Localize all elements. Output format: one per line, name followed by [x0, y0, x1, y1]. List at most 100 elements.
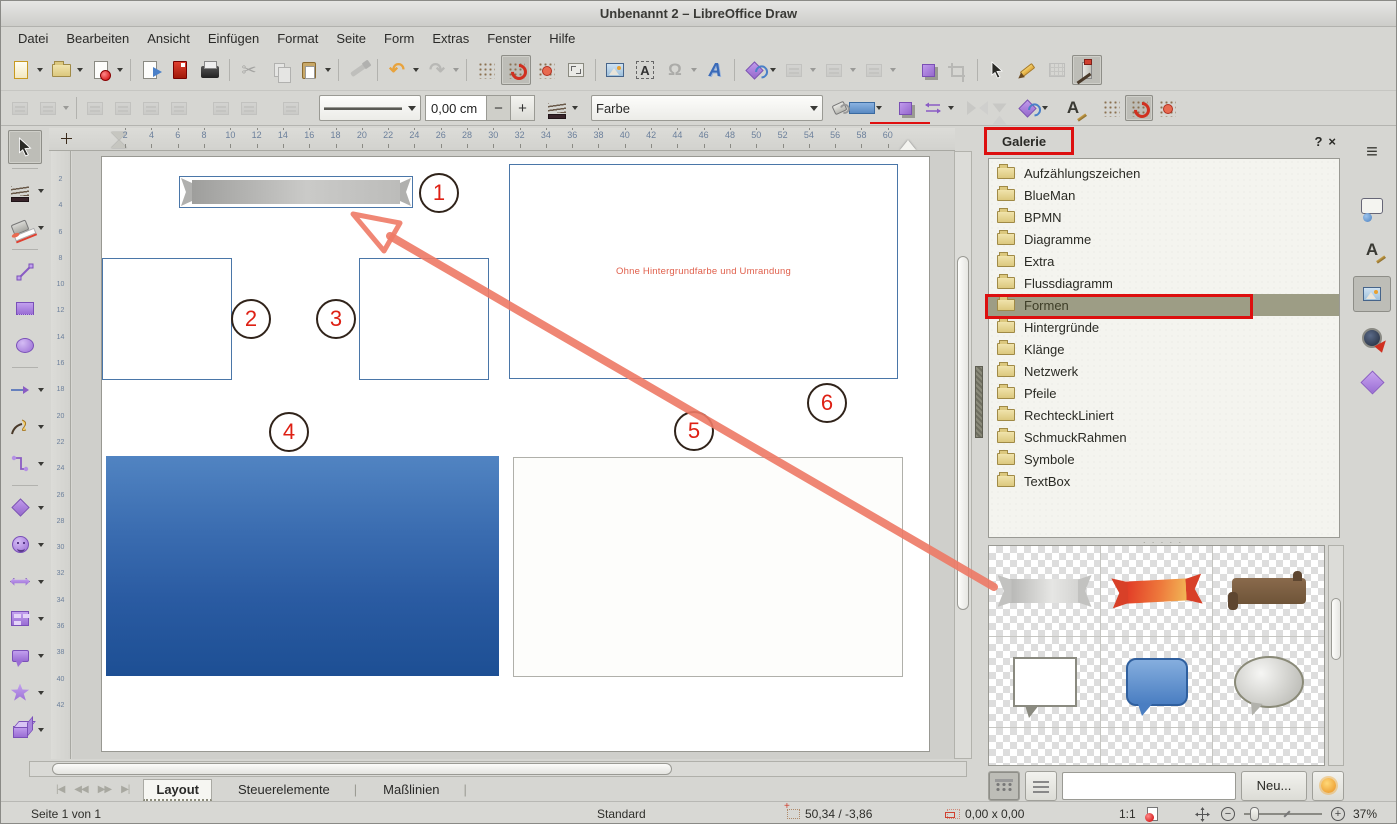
display-grid-button-2[interactable]: [1097, 95, 1125, 121]
line-width-field[interactable]: 0,00 cm: [425, 95, 487, 121]
gallery-folder-row[interactable]: Aufzählungszeichen: [989, 162, 1339, 184]
tab-steuerelemente[interactable]: Steuerelemente: [226, 780, 342, 799]
gallery-thumbnail[interactable]: [1101, 728, 1212, 766]
gallery-thumbnail[interactable]: [1213, 546, 1324, 636]
gallery-scrollbar[interactable]: [1328, 545, 1344, 766]
tab-gallery[interactable]: [1353, 276, 1391, 312]
paste-button[interactable]: [294, 55, 324, 85]
insert-text-box-button[interactable]: A: [630, 55, 660, 85]
gallery-thumbnail[interactable]: [989, 546, 1100, 636]
banner-shape-selection[interactable]: [179, 176, 413, 208]
connectors-caret[interactable]: [948, 106, 954, 110]
panel-help-icon[interactable]: ?: [1314, 134, 1322, 149]
save-dropdown-caret[interactable]: [117, 68, 123, 72]
gallery-settings-button[interactable]: [1312, 771, 1344, 801]
canvas-horizontal-scrollbar[interactable]: [29, 761, 967, 777]
panel-close-icon[interactable]: ×: [1328, 134, 1336, 149]
panel-splitter[interactable]: [972, 126, 986, 799]
rotate-3d-button[interactable]: [1013, 95, 1041, 121]
insert-line-tool[interactable]: [8, 255, 42, 289]
line-color-tool-caret[interactable]: [38, 189, 44, 193]
menu-item[interactable]: Format: [268, 29, 327, 48]
gallery-folder-row[interactable]: Pfeile: [989, 382, 1339, 404]
fan-square-shape-left[interactable]: [102, 258, 232, 380]
paste-dropdown-caret[interactable]: [325, 68, 331, 72]
helplines-button-2[interactable]: [1153, 95, 1181, 121]
lines-arrows-caret[interactable]: [38, 388, 44, 392]
canvas-vertical-scrollbar[interactable]: [954, 151, 972, 759]
line-width-increase-button[interactable]: +: [511, 95, 535, 121]
gallery-folder-row[interactable]: Klänge: [989, 338, 1339, 360]
stars-banners-tool[interactable]: [3, 676, 37, 710]
zoom-slider[interactable]: [1244, 813, 1322, 815]
gallery-folder-row[interactable]: Formen: [989, 294, 1339, 316]
callouts-caret[interactable]: [38, 654, 44, 658]
menu-item[interactable]: Extras: [423, 29, 478, 48]
gallery-thumbnail[interactable]: [989, 728, 1100, 766]
gallery-folder-row[interactable]: Hintergründe: [989, 316, 1339, 338]
document-modified-icon[interactable]: [1147, 807, 1158, 821]
symbol-shapes-caret[interactable]: [38, 543, 44, 547]
gallery-folder-row[interactable]: TextBox: [989, 470, 1339, 492]
connectors-button[interactable]: [919, 95, 947, 121]
sidebar-settings-button[interactable]: ≡: [1353, 134, 1391, 170]
snap-to-grid-button[interactable]: [501, 55, 531, 85]
basic-shapes-caret[interactable]: [38, 506, 44, 510]
helplines-button[interactable]: [531, 55, 561, 85]
curves-polygons-caret[interactable]: [38, 425, 44, 429]
menu-item[interactable]: Datei: [9, 29, 57, 48]
horizontal-ruler[interactable]: 2468101214161820222426283032343638404244…: [49, 128, 955, 151]
flowchart-tool[interactable]: [3, 602, 37, 636]
line-style-select[interactable]: [319, 95, 421, 121]
menu-item[interactable]: Ansicht: [138, 29, 199, 48]
select-tool[interactable]: [8, 130, 42, 164]
no-fill-rectangle-shape[interactable]: Ohne Hintergrundfarbe und Umrandung: [509, 164, 898, 379]
shadow-button[interactable]: [913, 55, 943, 85]
menu-item[interactable]: Hilfe: [540, 29, 584, 48]
line-color-caret[interactable]: [572, 106, 578, 110]
drawing-canvas[interactable]: Ohne Hintergrundfarbe und Umrandung 1 2 …: [72, 151, 954, 759]
lines-arrows-tool[interactable]: [3, 373, 37, 407]
gallery-thumbnail[interactable]: [989, 637, 1100, 727]
basic-shapes-tool[interactable]: [3, 491, 37, 525]
callouts-tool[interactable]: [3, 639, 37, 673]
shadow-toggle-button[interactable]: [891, 95, 919, 121]
rectangle-tool[interactable]: [8, 292, 42, 326]
fill-color-tool-caret[interactable]: [38, 226, 44, 230]
print-button[interactable]: [195, 55, 225, 85]
white-rectangle-shape[interactable]: [513, 457, 903, 677]
flowchart-caret[interactable]: [38, 617, 44, 621]
tab-styles[interactable]: A: [1353, 232, 1391, 268]
zoom-in-button[interactable]: +: [1331, 807, 1345, 821]
menu-item[interactable]: Fenster: [478, 29, 540, 48]
insert-image-button[interactable]: [600, 55, 630, 85]
symbol-shapes-tool[interactable]: [3, 528, 37, 562]
3d-objects-caret[interactable]: [38, 728, 44, 732]
select-button[interactable]: [982, 55, 1012, 85]
zoom-slider-thumb[interactable]: [1250, 807, 1259, 821]
snap-to-grid-button-2[interactable]: [1125, 95, 1153, 121]
line-color-tool[interactable]: [3, 174, 37, 208]
undo-button[interactable]: ↶: [382, 55, 412, 85]
gallery-thumbnail[interactable]: [1213, 728, 1324, 766]
open-dropdown-caret[interactable]: [77, 68, 83, 72]
icon-view-button[interactable]: [988, 771, 1020, 801]
3d-objects-tool[interactable]: [3, 713, 37, 747]
line-width-decrease-button[interactable]: −: [487, 95, 511, 121]
display-grid-button[interactable]: [471, 55, 501, 85]
zoom-out-button[interactable]: −: [1221, 807, 1235, 821]
gallery-folder-row[interactable]: Flussdiagramm: [989, 272, 1339, 294]
fill-color-caret[interactable]: [876, 106, 882, 110]
fan-square-shape-right[interactable]: [359, 258, 489, 380]
gallery-folder-row[interactable]: Netzwerk: [989, 360, 1339, 382]
tab-layout[interactable]: Layout: [143, 779, 212, 801]
gallery-folder-row[interactable]: Diagramme: [989, 228, 1339, 250]
connectors-tool[interactable]: [3, 447, 37, 481]
gallery-folder-row[interactable]: BPMN: [989, 206, 1339, 228]
gallery-search-field[interactable]: [1062, 772, 1236, 800]
gallery-folder-row[interactable]: Extra: [989, 250, 1339, 272]
detail-view-button[interactable]: [1025, 771, 1057, 801]
new-theme-button[interactable]: Neu...: [1241, 771, 1307, 801]
fontwork-button[interactable]: A: [700, 55, 730, 85]
rotate-button[interactable]: [739, 55, 769, 85]
